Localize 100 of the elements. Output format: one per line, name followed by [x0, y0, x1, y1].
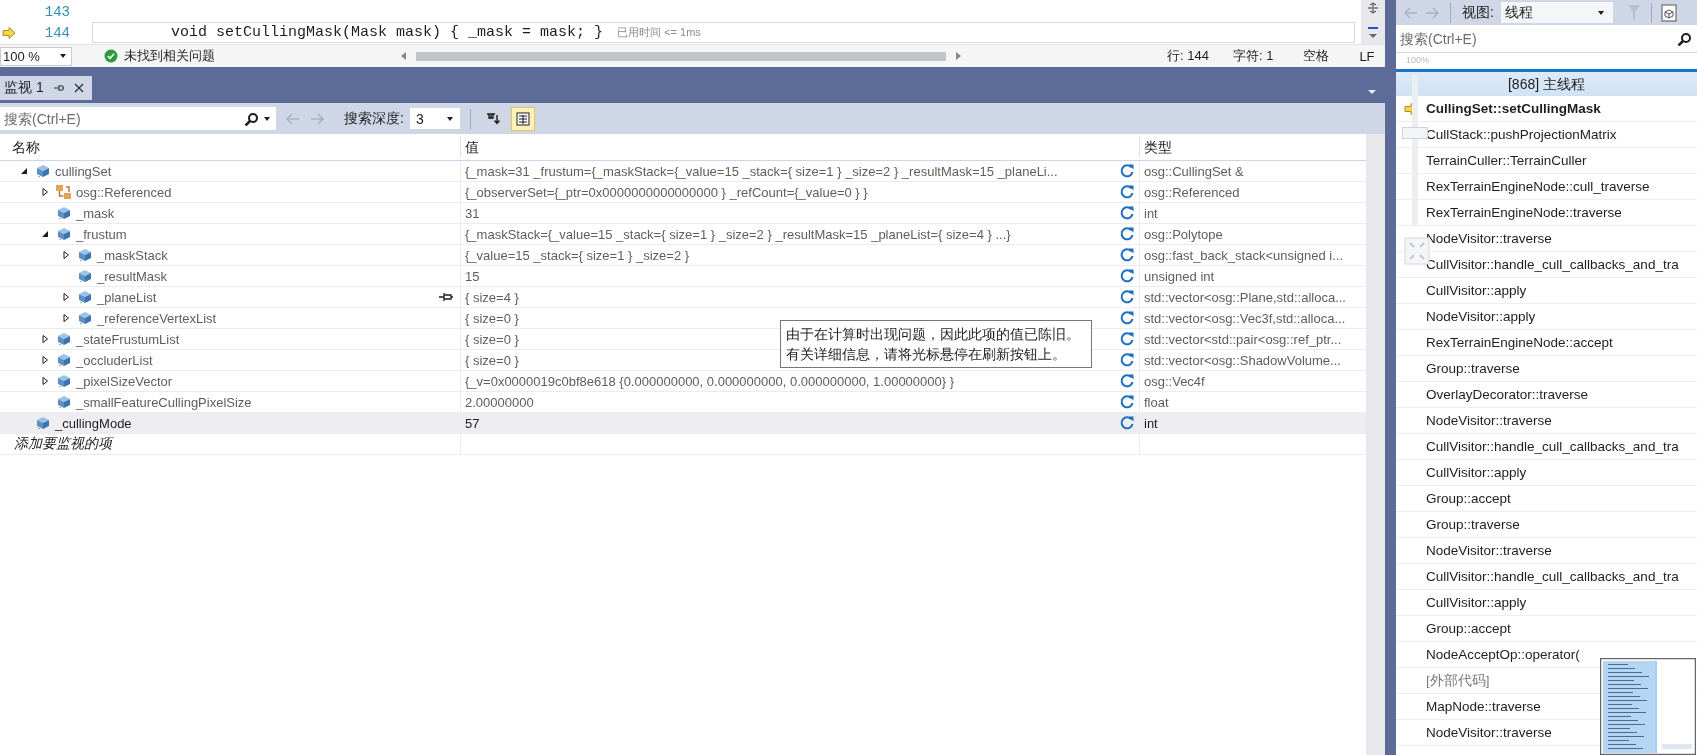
- hierarchy-icon: [55, 184, 72, 200]
- cube-icon: [55, 205, 72, 221]
- stack-frame[interactable]: CullingSet::setCullingMask: [1426, 101, 1601, 116]
- line-number: 143: [43, 3, 70, 20]
- variable-value: {_maskStack={_value=15 _stack={ size=1 } _size=2 } _resultMask=15 _planeList={ size=4 } ...}: [465, 226, 1011, 242]
- variable-type: osg::Vec4f: [1144, 373, 1205, 389]
- stack-frame[interactable]: [外部代码]: [1426, 671, 1490, 690]
- variable-name: _referenceVertexList: [97, 310, 217, 326]
- caret-icon: [445, 114, 454, 123]
- variable-name: _occluderList: [76, 352, 153, 368]
- refresh-icon[interactable]: [1119, 226, 1135, 242]
- close-icon[interactable]: [73, 83, 84, 93]
- table-view-button[interactable]: [510, 106, 535, 131]
- refresh-icon[interactable]: [1119, 310, 1135, 326]
- variable-value: {_value=15 _stack={ size=1 } _size=2 }: [465, 247, 690, 263]
- refresh-icon[interactable]: [1119, 163, 1135, 179]
- slider-thumb[interactable]: [1402, 127, 1428, 139]
- expander-icon[interactable]: [61, 292, 71, 302]
- stack-frame[interactable]: Group::traverse: [1426, 361, 1520, 376]
- refresh-icon[interactable]: [1119, 415, 1135, 431]
- stack-frame[interactable]: RexTerrainEngineNode::traverse: [1426, 205, 1622, 220]
- variable-value: { size=0 }: [465, 310, 519, 326]
- issues-status[interactable]: 未找到相关问题: [124, 47, 215, 65]
- perf-tip[interactable]: 已用时间 <= 1ms: [617, 25, 701, 40]
- line-position[interactable]: 行: 144: [1167, 47, 1209, 65]
- stack-frame[interactable]: NodeVisitor::apply: [1426, 309, 1536, 324]
- stack-frame[interactable]: CullVisitor::apply: [1426, 283, 1527, 298]
- variable-type: std::vector<osg::Plane,std::alloca...: [1144, 289, 1346, 305]
- search-depth-dropdown[interactable]: 3: [409, 108, 460, 129]
- minimap-drawing[interactable]: [1600, 658, 1696, 755]
- refresh-icon[interactable]: [1119, 184, 1135, 200]
- cube-icon: [55, 331, 72, 347]
- variable-type: std::vector<osg::ShadowVolume...: [1144, 352, 1341, 368]
- stack-frame[interactable]: CullVisitor::handle_cull_callbacks_and_tra: [1426, 569, 1679, 584]
- stack-frame[interactable]: CullStack::pushProjectionMatrix: [1426, 127, 1617, 142]
- stack-frame[interactable]: RexTerrainEngineNode::accept: [1426, 335, 1613, 350]
- vertical-scrollbar[interactable]: [1361, 0, 1385, 44]
- cube-icon: [55, 226, 72, 242]
- add-watch-placeholder[interactable]: 添加要监视的项: [0, 435, 112, 453]
- stack-frame[interactable]: Group::accept: [1426, 621, 1511, 636]
- variable-type: unsigned int: [1144, 268, 1215, 284]
- column-position[interactable]: 字符: 1: [1232, 47, 1274, 65]
- zoom-dropdown[interactable]: 100 %: [0, 46, 72, 66]
- caret-icon[interactable]: [263, 115, 271, 123]
- search-field[interactable]: 搜索(Ctrl+E): [0, 107, 276, 130]
- stack-frame[interactable]: NodeVisitor::traverse: [1426, 725, 1552, 740]
- refresh-icon[interactable]: [1119, 289, 1135, 305]
- expander-icon[interactable]: [61, 250, 71, 260]
- pin-icon[interactable]: [438, 292, 454, 302]
- stack-frame[interactable]: NodeVisitor::traverse: [1426, 231, 1552, 246]
- refresh-icon[interactable]: [1119, 247, 1135, 263]
- variable-name: _resultMask: [97, 268, 168, 284]
- expander-icon[interactable]: [40, 355, 50, 365]
- expander-icon[interactable]: [40, 187, 50, 197]
- expander-icon[interactable]: [40, 229, 50, 239]
- expander-icon[interactable]: [40, 334, 50, 344]
- search-icon: [1677, 32, 1691, 46]
- stack-frame[interactable]: OverlayDecorator::traverse: [1426, 387, 1589, 402]
- column-header[interactable]: 值: [460, 136, 1139, 158]
- stack-frame[interactable]: NodeAcceptOp::operator(: [1426, 647, 1580, 662]
- stack-frame[interactable]: NodeVisitor::traverse: [1426, 543, 1552, 558]
- stack-frame[interactable]: CullVisitor::apply: [1426, 465, 1527, 480]
- stack-frame[interactable]: TerrainCuller::TerrainCuller: [1426, 153, 1587, 168]
- line-ending[interactable]: LF: [1359, 48, 1375, 64]
- stack-frame[interactable]: CullVisitor::handle_cull_callbacks_and_tra: [1426, 439, 1679, 454]
- watch-tab[interactable]: 监视 1: [0, 76, 92, 100]
- caret-icon: [59, 52, 67, 60]
- refresh-icon[interactable]: [1119, 331, 1135, 347]
- stack-frame[interactable]: Group::accept: [1426, 491, 1511, 506]
- selected-row[interactable]: _cullingMode 57 int: [0, 413, 1366, 434]
- variable-value: 31: [465, 205, 480, 221]
- expander-icon[interactable]: [19, 166, 29, 176]
- expander-icon[interactable]: [61, 313, 71, 323]
- variable-name: _stateFrustumList: [76, 331, 180, 347]
- column-header[interactable]: 名称: [0, 136, 460, 158]
- cube-icon: [55, 352, 72, 368]
- view-dropdown[interactable]: 线程: [1500, 2, 1613, 23]
- expander-icon[interactable]: [40, 376, 50, 386]
- stack-frame[interactable]: MapNode::traverse: [1426, 699, 1541, 714]
- variable-name: _planeList: [97, 289, 157, 305]
- stack-frame[interactable]: CullVisitor::handle_cull_callbacks_and_tra: [1426, 257, 1679, 272]
- code-editor[interactable]: 143 144 void setCullingMask(Mask mask) { _mask = mask; } 已用时间 <= 1ms: [0, 0, 1361, 44]
- stack-frame[interactable]: NodeVisitor::traverse: [1426, 413, 1552, 428]
- refresh-icon[interactable]: [1119, 268, 1135, 284]
- stack-frame[interactable]: CullVisitor::apply: [1426, 595, 1527, 610]
- indent-mode[interactable]: 空格: [1303, 47, 1330, 65]
- cube-icon: [55, 394, 72, 410]
- refresh-icon[interactable]: [1119, 352, 1135, 368]
- stack-frame[interactable]: Group::traverse: [1426, 517, 1520, 532]
- cube-icon: [34, 415, 51, 431]
- thread-header[interactable]: [868] 主线程: [1396, 69, 1697, 96]
- module-icon[interactable]: [1660, 3, 1677, 22]
- refresh-icon[interactable]: [1119, 394, 1135, 410]
- variable-value: 2.00000000: [465, 394, 534, 410]
- vertical-scrollbar[interactable]: [1366, 134, 1385, 755]
- refresh-icon[interactable]: [1119, 205, 1135, 221]
- variable-name: _pixelSizeVector: [76, 373, 173, 389]
- refresh-icon[interactable]: [1119, 373, 1135, 389]
- variable-value: { size=0 }: [465, 352, 519, 368]
- stack-frame[interactable]: RexTerrainEngineNode::cull_traverse: [1426, 179, 1650, 194]
